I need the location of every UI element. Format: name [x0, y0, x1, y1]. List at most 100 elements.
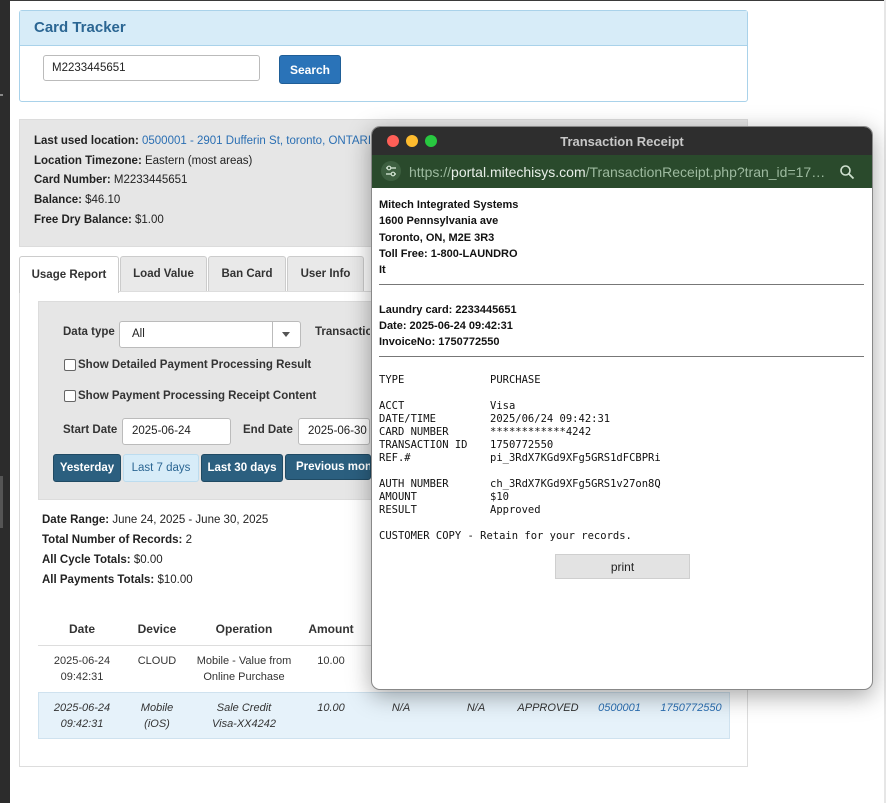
panel-title-bar [20, 11, 747, 46]
window-title: Transaction Receipt [560, 134, 684, 149]
field-ref-key: REF.# [379, 452, 411, 464]
field-amount-key: AMOUNT [379, 491, 417, 503]
field-acct-key: ACCT [379, 400, 405, 412]
invoice-line: InvoiceNo: 1750772550 [379, 336, 500, 348]
col-header-date[interactable]: Date [52, 622, 112, 636]
col-header-amount[interactable]: Amount [300, 622, 362, 636]
print-button[interactable]: print [555, 554, 690, 579]
last-30-days-button[interactable]: Last 30 days [201, 454, 283, 482]
row1-amount: 10.00 [317, 655, 345, 667]
row2-status: APPROVED [517, 702, 579, 714]
row2-operation-line2: Visa-XX4242 [211, 718, 276, 730]
field-tranid-value: 1750772550 [490, 439, 554, 451]
row2-location-link[interactable]: 0500001 [592, 700, 647, 716]
field-datetime-key: DATE/TIME [379, 413, 436, 425]
company-extra: It [379, 264, 386, 276]
balance-row: Balance: $46.10 [34, 194, 120, 206]
field-acct-value: Visa [490, 400, 516, 412]
top-edge-line [10, 0, 886, 1]
dry-balance-value: $1.00 [135, 214, 164, 226]
show-receipt-checkbox[interactable] [64, 390, 76, 402]
field-type-key: TYPE [379, 374, 405, 386]
receipt-divider [379, 284, 864, 285]
edge-handle [0, 476, 3, 528]
row2-device-line1: Mobile [140, 702, 174, 714]
card-number-value: M2233445651 [113, 174, 188, 186]
balance-label: Balance: [34, 194, 82, 206]
search-button[interactable]: Search [279, 55, 341, 84]
tab-usage-report[interactable]: Usage Report [19, 256, 119, 293]
col-header-device[interactable]: Device [127, 622, 187, 636]
url-path: /TransactionReceipt.php?tran_id=17507725… [585, 164, 829, 180]
row2-operation: Sale Credit Visa-XX4242 [190, 700, 298, 732]
records-label: Total Number of Records: [42, 534, 183, 546]
field-type-value: PURCHASE [490, 374, 541, 386]
row2-date-day: 2025-06-24 [53, 702, 111, 714]
tab-ban-card[interactable]: Ban Card [208, 256, 286, 291]
chevron-down-icon [272, 322, 300, 347]
show-detailed-checkbox[interactable] [64, 359, 76, 371]
field-cardnum-key: CARD NUMBER [379, 426, 449, 438]
previous-month-button[interactable]: Previous month [285, 454, 371, 480]
records-value: 2 [185, 534, 192, 546]
row2-date-time: 09:42:31 [60, 718, 104, 730]
window-titlebar[interactable]: Transaction Receipt [372, 127, 872, 155]
site-settings-icon[interactable] [381, 161, 401, 181]
start-date-value: 2025-06-24 [132, 425, 191, 437]
end-date-label: End Date [243, 424, 293, 436]
edge-tick [0, 94, 3, 96]
card-number-input[interactable] [43, 55, 260, 81]
tab-load-value[interactable]: Load Value [120, 256, 207, 291]
card-number-label: Card Number: [34, 174, 111, 186]
payments-totals-row: All Payments Totals: $10.00 [42, 574, 193, 586]
last-7-days-button[interactable]: Last 7 days [123, 454, 199, 482]
card-tracker-panel: Card Tracker Search [19, 10, 748, 102]
start-date-input[interactable]: 2025-06-24 [122, 418, 231, 445]
row2-operation-line1: Sale Credit [216, 702, 272, 714]
page-title: Card Tracker [34, 19, 126, 36]
url-text[interactable]: https://portal.mitechisys.com/Transactio… [409, 164, 829, 180]
field-auth-value: ch_3RdX7KGd9XFg5GRS1v27on8Q [490, 478, 661, 490]
zoom-icon[interactable] [839, 164, 855, 180]
records-row: Total Number of Records: 2 [42, 534, 192, 546]
company-address: 1600 Pennsylvania ave [379, 215, 499, 227]
data-type-value: All [132, 328, 145, 340]
data-type-select[interactable]: All [119, 321, 301, 348]
row1-date: 2025-06-24 09:42:31 [48, 653, 116, 685]
row2-device: Mobile (iOS) [127, 700, 187, 732]
url-bar[interactable]: https://portal.mitechisys.com/Transactio… [372, 155, 872, 188]
last-location-link[interactable]: 0500001 - 2901 Dufferin St, toronto, ONT… [142, 135, 380, 147]
date-range-row: Date Range: June 24, 2025 - June 30, 202… [42, 514, 268, 526]
cycle-totals-value: $0.00 [133, 554, 163, 566]
receipt-divider [379, 356, 864, 357]
row2-col5: N/A [391, 702, 411, 714]
date-range-value: June 24, 2025 - June 30, 2025 [112, 514, 269, 526]
row2-transaction-link[interactable]: 1750772550 [656, 700, 726, 716]
payments-totals-value: $10.00 [157, 574, 193, 586]
tab-user-info[interactable]: User Info [287, 256, 364, 291]
transaction-label: Transactio [315, 326, 370, 338]
row2-device-line2: (iOS) [144, 718, 170, 730]
payments-totals-label: All Payments Totals: [42, 574, 155, 586]
url-host: portal.mitechisys.com [451, 164, 586, 180]
field-cardnum-value: ************4242 [490, 426, 592, 438]
timezone-value: Eastern (most areas) [144, 155, 253, 167]
row1-date-day: 2025-06-24 [53, 655, 111, 667]
card-number-row: Card Number: M2233445651 [34, 174, 187, 186]
field-tranid-key: TRANSACTION ID [379, 439, 468, 451]
start-date-label: Start Date [63, 424, 118, 436]
col-header-operation[interactable]: Operation [204, 622, 284, 636]
field-auth-key: AUTH NUMBER [379, 478, 449, 490]
dry-balance-row: Free Dry Balance: $1.00 [34, 214, 164, 226]
row1-date-time: 09:42:31 [60, 671, 104, 683]
last-location-row: Last used location: 0500001 - 2901 Duffe… [34, 135, 380, 147]
last-location-label: Last used location: [34, 135, 139, 147]
receipt-date-line: Date: 2025-06-24 09:42:31 [379, 320, 513, 332]
timezone-label: Location Timezone: [34, 155, 142, 167]
field-ref-value: pi_3RdX7KGd9XFg5GRS1dFCBPRi [490, 452, 661, 464]
left-window-edge [0, 0, 10, 803]
end-date-value: 2025-06-30 [308, 425, 367, 437]
balance-value: $46.10 [85, 194, 121, 206]
end-date-input[interactable]: 2025-06-30 [298, 418, 370, 445]
yesterday-button[interactable]: Yesterday [53, 454, 121, 482]
